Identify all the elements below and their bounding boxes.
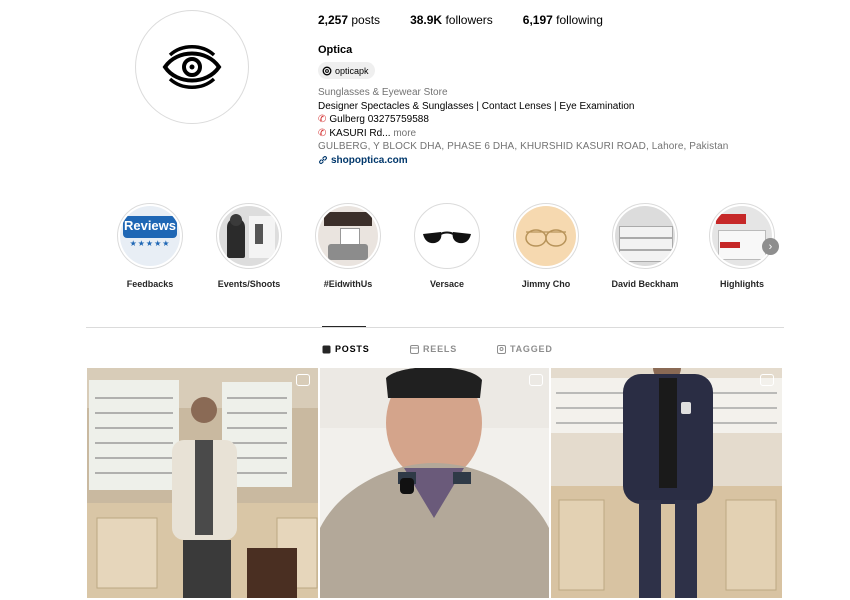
highlights-next-button[interactable]: › bbox=[762, 238, 779, 255]
post-tile[interactable] bbox=[551, 368, 782, 598]
bio-more-link[interactable]: more bbox=[393, 128, 416, 139]
chevron-right-icon: › bbox=[768, 240, 773, 253]
highlight-versace-cover bbox=[417, 206, 477, 266]
reel-icon bbox=[296, 374, 310, 386]
highlight-events-cover bbox=[219, 206, 279, 266]
highlight-feedbacks[interactable]: Reviews ★★★★★ Feedbacks bbox=[110, 203, 190, 289]
highlight-label: Jimmy Cho bbox=[521, 279, 571, 289]
followers-count[interactable]: 38.9K followers bbox=[410, 13, 493, 27]
bio-line-services: Designer Spectacles & Sunglasses | Conta… bbox=[318, 100, 635, 112]
highlight-eid-cover bbox=[318, 206, 378, 266]
phone-icon: ✆ bbox=[318, 127, 327, 139]
highlight-label: #EidwithUs bbox=[323, 279, 373, 289]
grid-icon bbox=[322, 345, 331, 353]
profile-stats: 2,257 posts 38.9K followers 6,197 follow… bbox=[318, 13, 603, 27]
highlight-david-beckham[interactable]: David Beckham bbox=[605, 203, 685, 289]
profile-category: Sunglasses & Eyewear Store bbox=[318, 87, 448, 98]
tab-tagged[interactable]: TAGGED bbox=[497, 344, 553, 354]
tab-reels[interactable]: REELS bbox=[410, 344, 457, 354]
tab-tagged-label: TAGGED bbox=[510, 344, 553, 354]
reel-icon bbox=[529, 374, 543, 386]
post-image bbox=[320, 368, 549, 598]
tab-reels-label: REELS bbox=[423, 344, 458, 354]
reviews-badge-text: Reviews bbox=[123, 218, 177, 233]
following-count-value: 6,197 bbox=[522, 13, 553, 27]
link-icon bbox=[319, 156, 327, 165]
highlight-label: Feedbacks bbox=[126, 279, 174, 289]
post-tile[interactable] bbox=[320, 368, 551, 598]
highlight-label: Versace bbox=[429, 279, 465, 289]
profile-name: Optica bbox=[318, 44, 353, 56]
tab-posts-label: POSTS bbox=[335, 344, 370, 354]
highlight-label: David Beckham bbox=[611, 279, 679, 289]
eye-logo-icon bbox=[162, 45, 222, 89]
highlight-label: Highlights bbox=[720, 279, 764, 289]
highlight-jimmy-cho[interactable]: Jimmy Cho bbox=[506, 203, 586, 289]
highlight-feedbacks-cover: Reviews ★★★★★ bbox=[120, 206, 180, 266]
tab-active-indicator bbox=[322, 326, 366, 327]
bio-phone-text: Gulberg 03275759588 bbox=[329, 114, 429, 125]
reels-icon bbox=[410, 344, 419, 354]
profile-bio: Sunglasses & Eyewear Store Designer Spec… bbox=[318, 86, 758, 167]
bio-line-kasuri: ✆ KASURI Rd... more bbox=[318, 127, 758, 141]
threads-icon bbox=[322, 66, 332, 75]
bio-kasuri-text: KASURI Rd... bbox=[329, 127, 391, 139]
cat-eye-glasses-icon bbox=[423, 231, 471, 244]
following-count[interactable]: 6,197 following bbox=[523, 13, 603, 27]
profile-website-link[interactable]: shopoptica.com bbox=[318, 154, 758, 168]
highlight-eidwithus[interactable]: #EidwithUs bbox=[308, 203, 388, 289]
highlight-events-shoots[interactable]: Events/Shoots bbox=[209, 203, 289, 289]
profile-avatar[interactable] bbox=[135, 10, 249, 124]
posts-count[interactable]: 2,257 posts bbox=[318, 13, 380, 27]
phone-icon: ✆ bbox=[318, 114, 327, 125]
posts-count-value: 2,257 bbox=[318, 13, 349, 27]
highlight-label: Events/Shoots bbox=[217, 279, 281, 289]
stars-icon: ★★★★★ bbox=[129, 239, 171, 248]
threads-handle: opticapk bbox=[335, 65, 369, 76]
followers-count-value: 38.9K bbox=[410, 13, 443, 27]
followers-count-label: followers bbox=[445, 13, 493, 27]
highlight-jimmy-cho-cover bbox=[516, 206, 576, 266]
post-image bbox=[551, 368, 782, 598]
post-image bbox=[87, 368, 318, 598]
profile-address[interactable]: GULBERG, Y BLOCK DHA, PHASE 6 DHA, KHURS… bbox=[318, 140, 758, 154]
tabs-divider bbox=[86, 327, 784, 328]
aviator-glasses-icon bbox=[525, 229, 567, 247]
profile-website-text: shopoptica.com bbox=[331, 154, 408, 166]
post-tile[interactable] bbox=[87, 368, 318, 598]
highlight-david-beckham-cover bbox=[615, 206, 675, 266]
tab-posts[interactable]: POSTS bbox=[322, 344, 370, 354]
highlight-highlights-cover bbox=[712, 206, 772, 266]
highlight-versace[interactable]: Versace bbox=[407, 203, 487, 289]
tagged-icon bbox=[497, 344, 506, 354]
following-count-label: following bbox=[556, 13, 603, 27]
posts-count-label: posts bbox=[351, 13, 381, 27]
bio-line-phone: ✆ Gulberg 03275759588 bbox=[318, 113, 758, 127]
reel-icon bbox=[760, 374, 774, 386]
threads-badge[interactable]: opticapk bbox=[318, 62, 375, 79]
